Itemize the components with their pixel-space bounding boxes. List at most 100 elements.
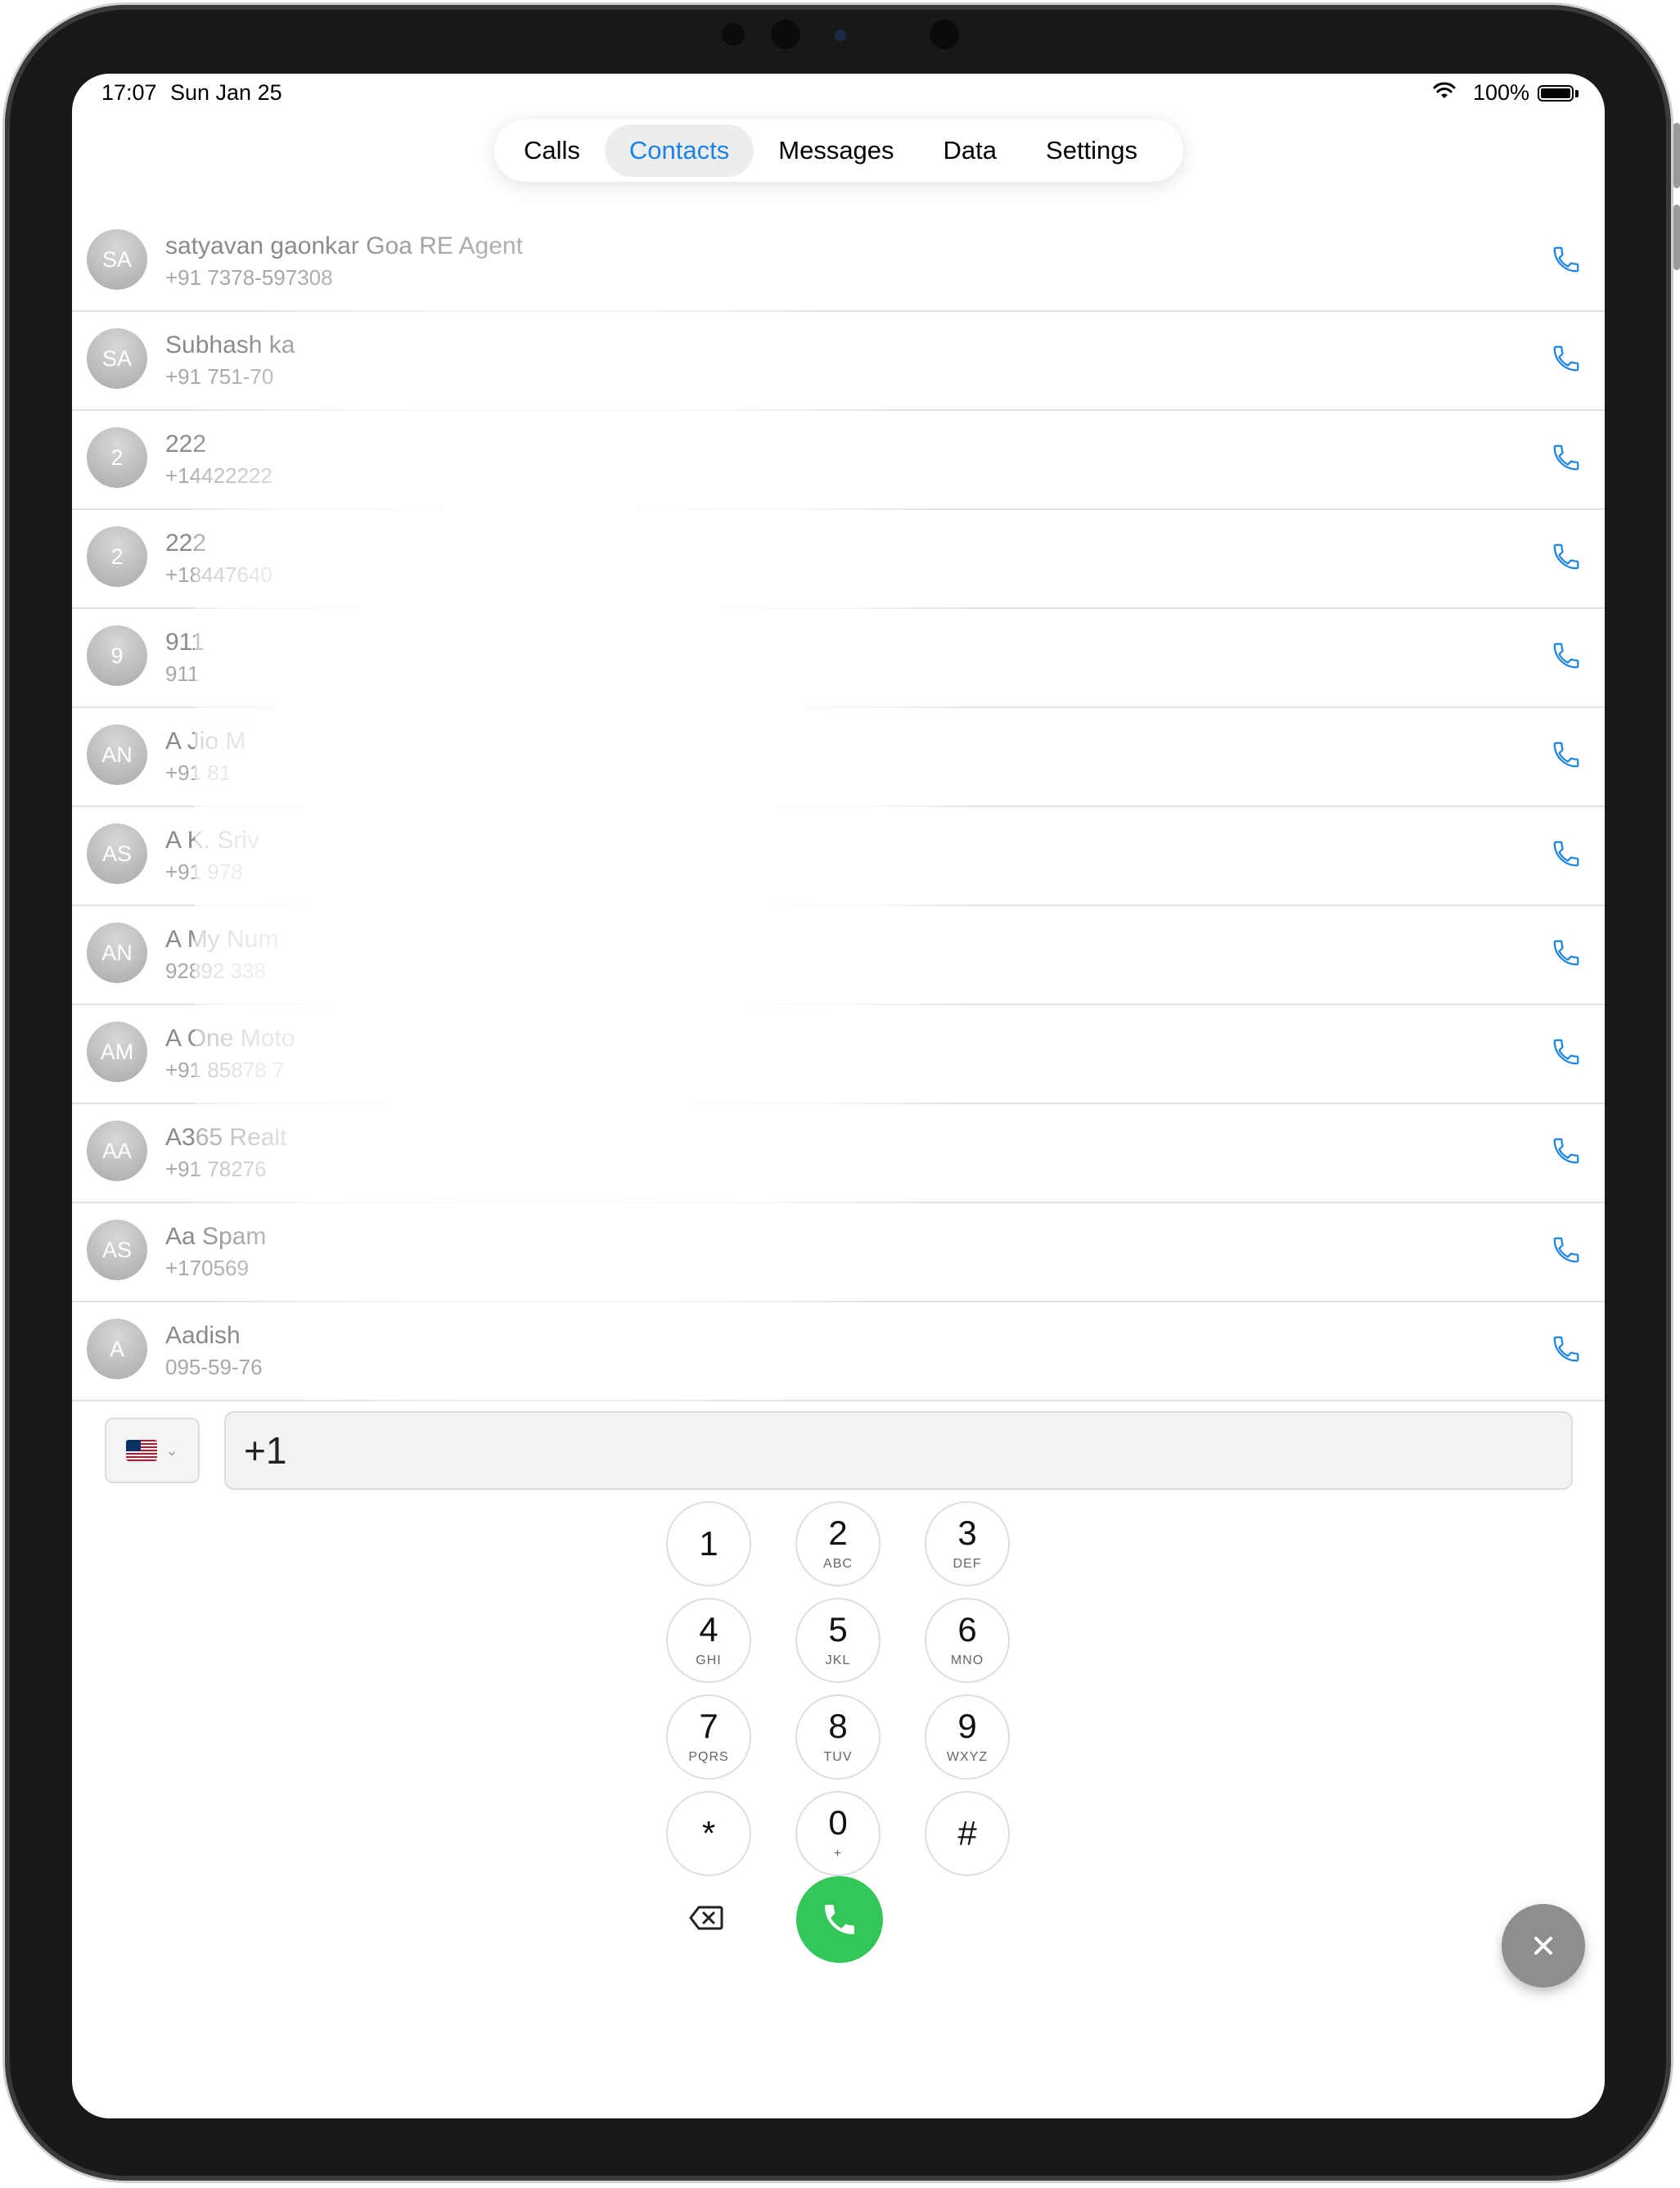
- contact-row[interactable]: SA satyavan gaonkar Goa RE Agent +91 7378-…: [72, 213, 1605, 312]
- contact-name: 222: [165, 530, 207, 557]
- battery-icon: [1538, 85, 1574, 102]
- call-contact-icon[interactable]: [1551, 244, 1582, 275]
- tab-bar: Calls Contacts Messages Data Settings: [494, 120, 1183, 182]
- contact-avatar: 9: [87, 625, 147, 686]
- backspace-icon[interactable]: [689, 1906, 723, 1930]
- contact-avatar: AN: [87, 923, 147, 983]
- contact-avatar: 2: [87, 526, 147, 587]
- screen: 17:07 Sun Jan 25 100% Calls Contacts Mes…: [72, 74, 1605, 2118]
- contact-name: 911: [165, 629, 205, 656]
- contact-row[interactable]: AA A365 Realt +91 78276: [72, 1104, 1605, 1203]
- close-dialer-button[interactable]: [1502, 1904, 1585, 1987]
- call-contact-icon[interactable]: [1551, 1036, 1582, 1067]
- contact-number: +170569: [165, 1256, 249, 1280]
- contact-avatar: AA: [87, 1121, 147, 1181]
- contact-row[interactable]: AS Aa Spam +170569: [72, 1203, 1605, 1302]
- dial-key-digit: #: [957, 1814, 977, 1852]
- contact-row[interactable]: AN A My Num 92892 338: [72, 906, 1605, 1005]
- call-contact-icon[interactable]: [1551, 343, 1582, 374]
- contact-number: +91 751-70: [165, 364, 274, 389]
- contact-number: +14422222: [165, 463, 272, 488]
- contact-row[interactable]: 2 222 +18447640: [72, 510, 1605, 609]
- phone-number-input[interactable]: +1: [224, 1411, 1573, 1490]
- tab-messages[interactable]: Messages: [754, 124, 918, 177]
- tab-contacts[interactable]: Contacts: [604, 124, 754, 177]
- dial-key-letters: MNO: [950, 1653, 984, 1667]
- dial-key-digit: 1: [699, 1524, 718, 1563]
- contact-avatar: AN: [87, 724, 147, 785]
- contact-avatar: SA: [87, 229, 147, 290]
- contact-row[interactable]: SA Subhash ka +91 751-70: [72, 312, 1605, 411]
- dial-key-digit: *: [701, 1814, 716, 1852]
- dial-key-digit: 9: [957, 1707, 977, 1745]
- dial-key[interactable]: 8 TUV: [795, 1694, 881, 1780]
- contact-name: A365 Realt: [165, 1124, 287, 1151]
- contact-name: satyavan gaonkar Goa RE Agent: [165, 232, 523, 259]
- contact-number: 92892 338: [165, 959, 266, 983]
- dial-key-digit: 6: [957, 1610, 977, 1649]
- contact-name: Aa Spam: [165, 1223, 267, 1250]
- call-contact-icon[interactable]: [1551, 640, 1582, 671]
- contact-row[interactable]: A Aadish 095-59-76: [72, 1302, 1605, 1401]
- dial-key[interactable]: 5 JKL: [795, 1598, 881, 1683]
- dial-key-letters: DEF: [953, 1557, 982, 1571]
- contact-name: Aadish: [165, 1322, 241, 1349]
- dial-key[interactable]: 6 MNO: [925, 1598, 1010, 1683]
- contact-row[interactable]: 2 222 +14422222: [72, 411, 1605, 510]
- dial-key-digit: 2: [828, 1514, 848, 1552]
- dial-key[interactable]: 3 DEF: [925, 1501, 1010, 1586]
- call-contact-icon[interactable]: [1551, 937, 1582, 968]
- country-selector[interactable]: ⌄: [105, 1418, 200, 1483]
- dial-key[interactable]: 1: [666, 1501, 751, 1586]
- contact-avatar: 2: [87, 427, 147, 488]
- camera-icon: [771, 20, 800, 49]
- call-contact-icon[interactable]: [1551, 1234, 1582, 1265]
- call-contact-icon[interactable]: [1551, 1333, 1582, 1365]
- contact-row[interactable]: AN A Jio M +91 81: [72, 708, 1605, 807]
- call-contact-icon[interactable]: [1551, 442, 1582, 473]
- dial-key-letters: PQRS: [688, 1750, 729, 1764]
- contact-avatar: AM: [87, 1022, 147, 1082]
- contact-avatar: A: [87, 1319, 147, 1379]
- dial-key-digit: 0: [828, 1803, 848, 1842]
- contact-name: A One Moto: [165, 1025, 295, 1052]
- dial-key[interactable]: #: [925, 1791, 1010, 1876]
- call-contact-icon[interactable]: [1551, 1135, 1582, 1166]
- dial-key[interactable]: *: [666, 1791, 751, 1876]
- contact-row[interactable]: AS A K. Sriv +91 978: [72, 807, 1605, 906]
- dial-key-letters: JKL: [825, 1653, 851, 1667]
- contact-row[interactable]: AM A One Moto +91 85878 7: [72, 1005, 1605, 1104]
- contact-name: A K. Sriv: [165, 827, 260, 854]
- tab-settings[interactable]: Settings: [1021, 124, 1162, 177]
- close-icon: [1534, 1937, 1552, 1955]
- dial-key[interactable]: 2 ABC: [795, 1501, 881, 1586]
- call-contact-icon[interactable]: [1551, 838, 1582, 869]
- sensor-icon: [722, 23, 745, 46]
- contact-row[interactable]: 9 911 911: [72, 609, 1605, 708]
- wifi-icon: [1433, 82, 1456, 98]
- camera-lens-icon: [835, 29, 846, 41]
- tab-data[interactable]: Data: [919, 124, 1021, 177]
- call-contact-icon[interactable]: [1551, 541, 1582, 572]
- contact-number: 095-59-76: [165, 1355, 263, 1379]
- dial-key[interactable]: 4 GHI: [666, 1598, 751, 1683]
- dial-key[interactable]: 7 PQRS: [666, 1694, 751, 1780]
- dial-key-letters: +: [833, 1847, 843, 1861]
- contact-number: +91 78276: [165, 1157, 267, 1181]
- dial-key-digit: 4: [699, 1610, 718, 1649]
- chevron-down-icon: ⌄: [165, 1441, 178, 1459]
- tab-calls[interactable]: Calls: [499, 124, 605, 177]
- dial-key-digit: 7: [699, 1707, 718, 1745]
- contact-number: +91 81: [165, 760, 232, 785]
- volume-up-button: [1673, 123, 1680, 188]
- call-button[interactable]: [796, 1876, 883, 1963]
- dial-key-digit: 8: [828, 1707, 848, 1745]
- dial-key[interactable]: 9 WXYZ: [925, 1694, 1010, 1780]
- status-time: 17:07: [101, 80, 157, 105]
- call-contact-icon[interactable]: [1551, 739, 1582, 770]
- contact-avatar: SA: [87, 328, 147, 389]
- volume-down-button: [1673, 205, 1680, 270]
- face-sensor-icon: [930, 20, 959, 49]
- dial-key[interactable]: 0 +: [795, 1791, 881, 1876]
- contact-name: A My Num: [165, 926, 279, 953]
